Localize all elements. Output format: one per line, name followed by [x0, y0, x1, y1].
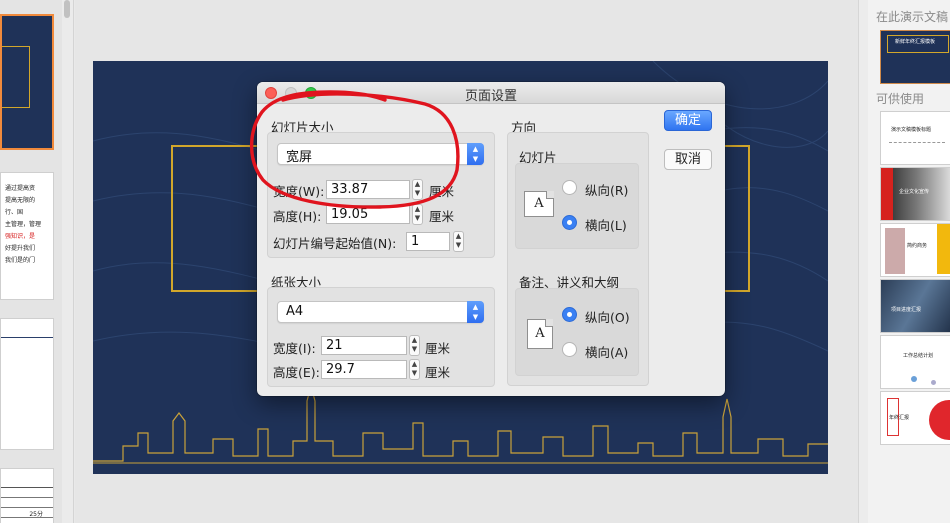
red-annotation-circle: [250, 90, 460, 209]
